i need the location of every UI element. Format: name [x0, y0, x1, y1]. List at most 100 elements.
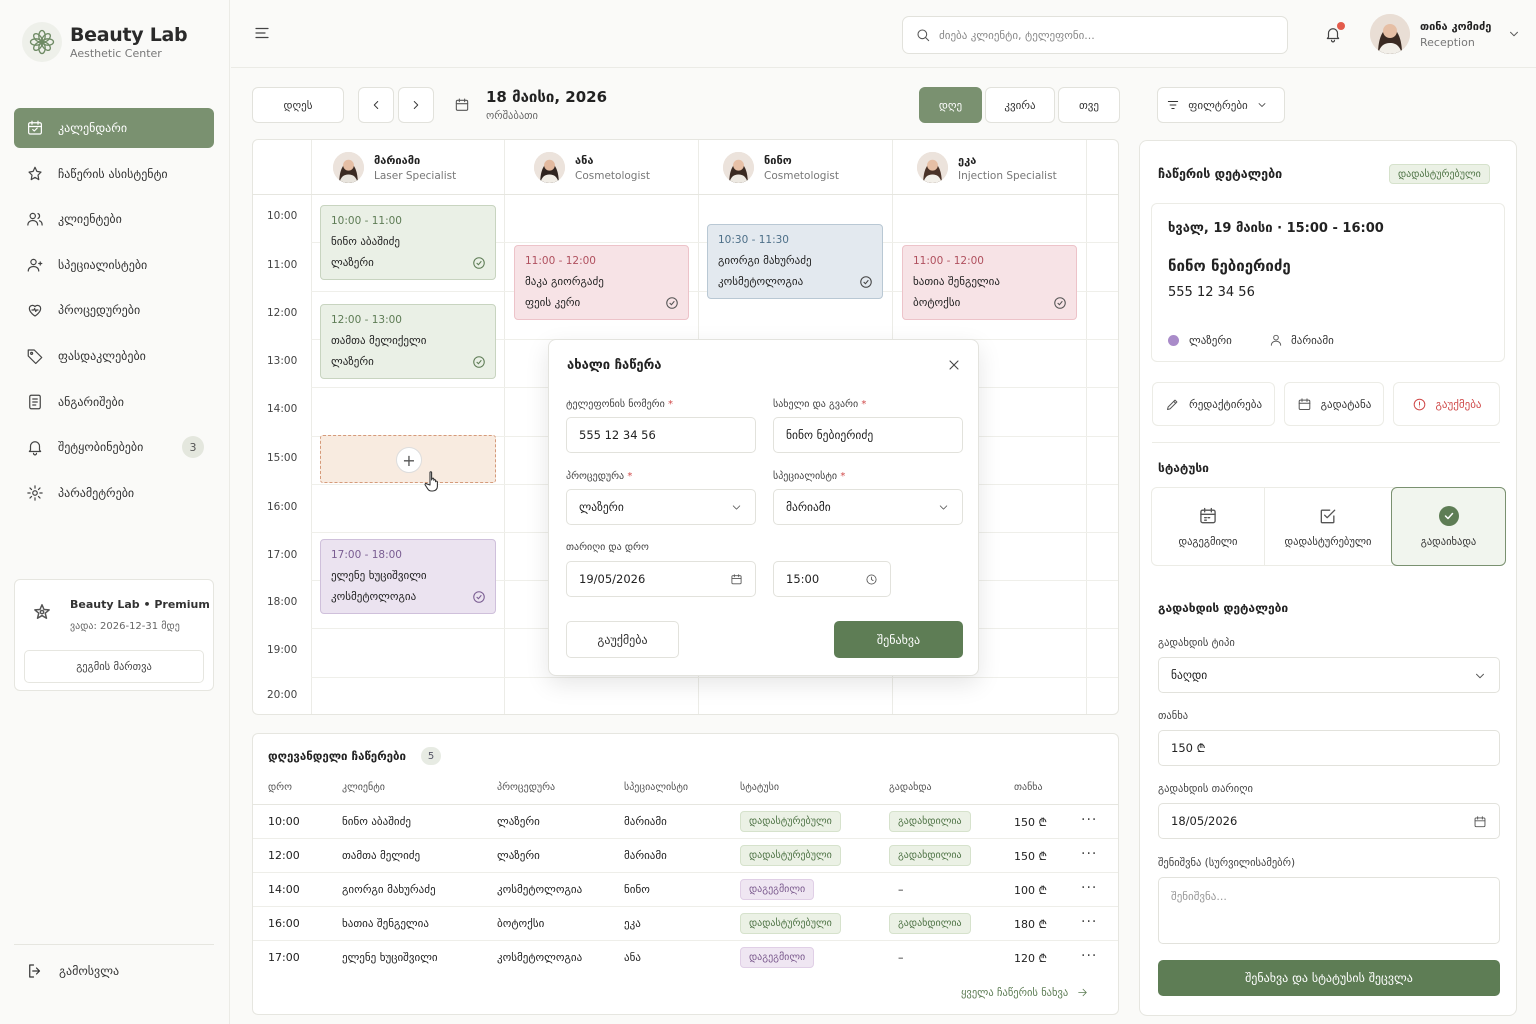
table-row[interactable]: 16:00 ხათია შენგელია ბოტოქსი ეკა დადასტუ… [253, 907, 1118, 941]
search-bar[interactable] [902, 16, 1288, 54]
sidebar-item-discounts[interactable]: ფასდაკლებები [14, 336, 214, 376]
user-menu[interactable]: თინა კომიძე Reception [1370, 14, 1521, 54]
manage-plan-button[interactable]: გეგმის მართვა [24, 650, 204, 683]
datetime-label: თარიღი და დრო [566, 542, 649, 553]
close-button[interactable] [946, 357, 962, 373]
table-row[interactable]: 10:00 ნინო აბაშიძე ლაზერი მარიამი დადასტ… [253, 805, 1118, 839]
view-week-tab[interactable]: კვირა [985, 87, 1055, 123]
appointment-card[interactable]: 10:00 - 11:00 ნინო აბაშიძე ლაზერი [320, 205, 496, 280]
column-header[interactable]: კლიენტი [342, 782, 385, 793]
status-option-paid[interactable]: გადაიხადა [1391, 487, 1506, 566]
status-option-confirmed[interactable]: დადასტურებული [1265, 488, 1391, 565]
appointment-card[interactable]: 17:00 - 18:00 ელენე ხუციშვილი კოსმეტოლოგ… [320, 539, 496, 614]
sidebar-item-specialists[interactable]: სპეციალისტები [14, 245, 214, 285]
amount-field[interactable]: 150 ₾ [1158, 730, 1500, 766]
table-row[interactable]: 17:00 ელენე ხუციშვილი კოსმეტოლოგია ანა დ… [253, 941, 1118, 975]
row-specialist: ანა [624, 951, 641, 964]
specialist-role: Cosmetologist [764, 169, 839, 182]
column-header[interactable]: თანხა [1014, 782, 1043, 793]
specialist-name: ნინო [764, 153, 792, 167]
hour-label: 11:00 [267, 259, 298, 271]
cancel-button[interactable]: გაუქმება [566, 621, 679, 658]
sidebar-item-procedures[interactable]: პროცედურები [14, 290, 214, 330]
specialist-value: მარიამი [786, 500, 831, 514]
date-field[interactable]: 19/05/2026 [566, 561, 756, 597]
view-all-link[interactable]: ყველა ჩაწერის ნახვა [961, 986, 1089, 999]
sidebar-item-settings[interactable]: პარამეტრები [14, 473, 214, 513]
column-header[interactable]: სპეციალისტი [624, 782, 688, 793]
search-input[interactable] [939, 28, 1269, 42]
more-options-icon[interactable]: ··· [1081, 914, 1097, 930]
more-options-icon[interactable]: ··· [1081, 846, 1097, 862]
specialist-select[interactable]: მარიამი [773, 489, 963, 525]
payment-type-value: ნაღდი [1171, 668, 1208, 682]
column-header[interactable]: სტატუსი [740, 782, 779, 793]
specialist-role: Injection Specialist [958, 169, 1057, 182]
specialist-header[interactable]: ნინო Cosmetologist [723, 152, 839, 183]
status-option-planned[interactable]: დაგეგმილი [1152, 488, 1264, 565]
chevron-right-icon [413, 101, 419, 109]
column-header[interactable]: პროცედურა [497, 782, 555, 793]
previous-day-button[interactable] [358, 87, 394, 123]
sidebar-item-notifications[interactable]: შეტყობინებები 3 [14, 427, 214, 467]
calendar-icon [28, 120, 42, 135]
filters-button[interactable]: ფილტრები [1157, 87, 1285, 123]
plus-icon[interactable]: + [396, 447, 422, 473]
table-row[interactable]: 14:00 გიორგი მახურაძე კოსმეტოლოგია ნინო … [253, 873, 1118, 907]
column-header[interactable]: გადახდა [889, 782, 932, 793]
chevron-down-icon [1258, 103, 1266, 107]
more-options-icon[interactable]: ··· [1081, 948, 1097, 964]
edit-button[interactable]: რედაქტირება [1152, 382, 1275, 426]
appointment-time: 11:00 - 12:00 [913, 255, 984, 267]
appointment-service: ბოტოქსი [913, 296, 961, 309]
table-row[interactable]: 12:00 თამთა მელიძე ლაზერი მარიამი დადასტ… [253, 839, 1118, 873]
check-circle-icon [666, 297, 678, 309]
today-appointments-table: დღევანდელი ჩაწერები 5 დრო კლიენტი პროცედ… [252, 733, 1119, 1015]
cancel-appointment-button[interactable]: გაუქმება [1393, 382, 1500, 426]
sidebar-item-clients[interactable]: კლიენტები [14, 199, 214, 239]
more-options-icon[interactable]: ··· [1081, 880, 1097, 896]
notifications-button[interactable] [1324, 22, 1345, 43]
brand-logo[interactable]: Beauty Lab Aesthetic Center [22, 22, 188, 62]
reschedule-button[interactable]: გადატანა [1284, 382, 1384, 426]
edit-label: რედაქტირება [1188, 397, 1263, 411]
hour-label: 10:00 [267, 210, 298, 222]
row-amount: 180 ₾ [1014, 918, 1047, 931]
column-header[interactable]: დრო [268, 782, 292, 793]
sidebar-item-label: ჩაწერის ასისტენტი [58, 166, 168, 181]
sidebar-item-reports[interactable]: ანგარიშები [14, 382, 214, 422]
save-and-change-status-button[interactable]: შენახვა და სტატუსის შეცვლა [1158, 960, 1500, 996]
sidebar-item-calendar[interactable]: კალენდარი [14, 108, 214, 148]
specialist-header[interactable]: ეკა Injection Specialist [917, 152, 1057, 183]
appointment-card[interactable]: 12:00 - 13:00 თამთა მელიქელი ლაზერი [320, 304, 496, 379]
status-badge: დადასტურებული [740, 845, 841, 866]
avatar [723, 152, 754, 183]
appointment-time: 10:00 - 11:00 [331, 215, 402, 227]
appointment-card[interactable]: 11:00 - 12:00 მაკა გიორგაძე ფეის კერი [514, 245, 689, 320]
appointment-card[interactable]: 10:30 - 11:30 გიორგი მახურაძე კოსმეტოლოგ… [707, 224, 883, 299]
logout-button[interactable]: გამოსვლა [26, 962, 119, 980]
sidebar-item-booking-assistant[interactable]: ჩაწერის ასისტენტი [14, 154, 214, 194]
phone-field[interactable]: 555 12 34 56 [566, 417, 756, 453]
time-field[interactable]: 15:00 [773, 561, 891, 597]
procedure-select[interactable]: ლაზერი [566, 489, 756, 525]
payment-date-field[interactable]: 18/05/2026 [1158, 803, 1500, 839]
next-day-button[interactable] [398, 87, 434, 123]
specialist-role: Laser Specialist [374, 169, 457, 182]
name-field[interactable]: ნინო ნებიერიძე [773, 417, 963, 453]
row-procedure: ლაზერი [497, 849, 540, 862]
view-day-tab[interactable]: დღე [919, 87, 982, 123]
payment-type-select[interactable]: ნაღდი [1158, 657, 1500, 693]
appointment-card[interactable]: 11:00 - 12:00 ხათია შენგელია ბოტოქსი [902, 245, 1077, 320]
save-button[interactable]: შენახვა [834, 621, 963, 658]
note-textarea[interactable]: შენიშვნა... [1158, 877, 1500, 944]
appointment-client: თამთა მელიქელი [331, 334, 427, 347]
today-button[interactable]: დღეს [252, 87, 344, 123]
menu-toggle-button[interactable] [253, 24, 271, 42]
specialist-header[interactable]: მარიამი Laser Specialist [333, 152, 456, 183]
new-appointment-slot[interactable]: + [320, 435, 496, 483]
specialist-header[interactable]: ანა Cosmetologist [534, 152, 650, 183]
view-month-tab[interactable]: თვე [1058, 87, 1120, 123]
flower-logo-icon [34, 604, 50, 619]
more-options-icon[interactable]: ··· [1081, 812, 1097, 828]
